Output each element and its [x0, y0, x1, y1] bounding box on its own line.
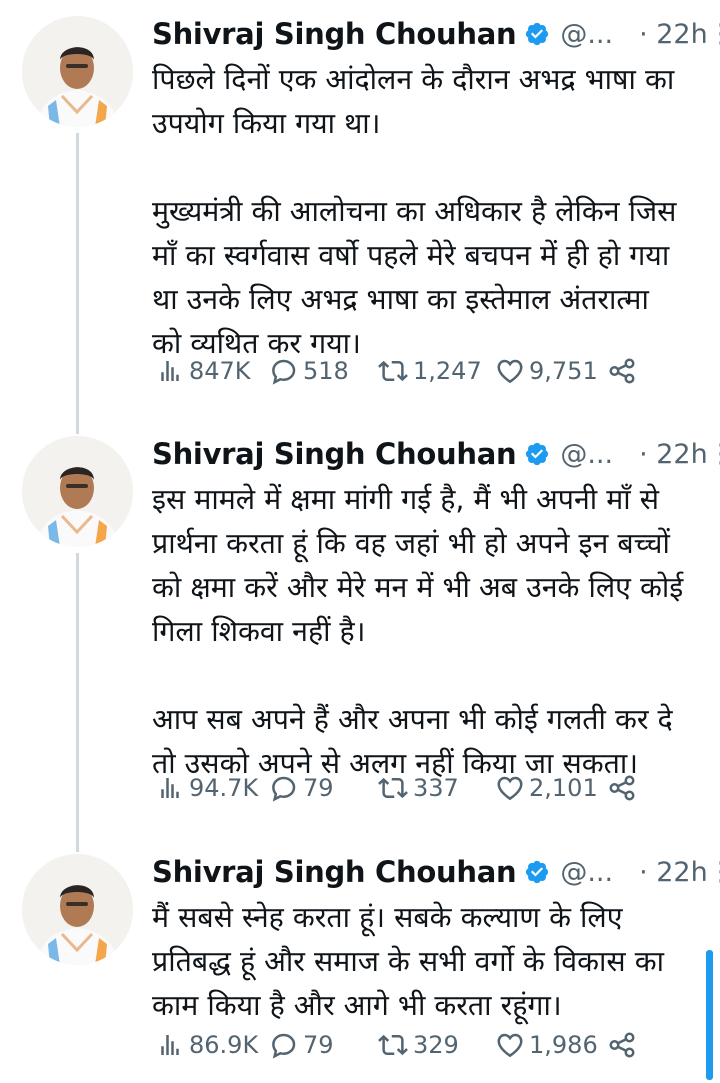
share-icon — [609, 358, 635, 384]
tweet-actions: 86.9K 79 329 1,986 — [155, 1025, 700, 1065]
tweet-actions: 94.7K 79 337 2,101 — [155, 768, 700, 808]
tweet-header: Shivraj Singh Chouhan @... · 22h ⋮ — [152, 432, 720, 476]
reply-button[interactable]: 79 — [269, 773, 377, 803]
author-name[interactable]: Shivraj Singh Chouhan — [152, 17, 517, 51]
tweet[interactable]: Shivraj Singh Chouhan @... · 22h ⋮ इस मा… — [0, 418, 720, 852]
retweet-icon — [378, 777, 408, 799]
share-button[interactable] — [607, 1030, 637, 1060]
more-options-icon[interactable]: ⋮ — [708, 439, 720, 469]
retweet-button[interactable]: 337 — [377, 773, 495, 803]
views-count: 94.7K — [189, 774, 259, 802]
views-icon — [161, 1035, 179, 1055]
thread-line — [76, 553, 79, 852]
retweet-count: 329 — [413, 1031, 459, 1059]
more-options-icon[interactable]: ⋮ — [708, 19, 720, 49]
like-button[interactable]: 2,101 — [495, 773, 607, 803]
author-handle[interactable]: @... — [560, 857, 613, 888]
timestamp[interactable]: · 22h — [639, 857, 708, 888]
reply-count: 79 — [303, 1031, 334, 1059]
like-count: 1,986 — [529, 1031, 598, 1059]
reply-icon — [272, 359, 296, 385]
reply-icon — [272, 1033, 296, 1059]
reply-count: 518 — [303, 357, 349, 385]
views-button[interactable]: 847K — [155, 356, 269, 386]
reply-count: 79 — [303, 774, 334, 802]
tweet-actions: 847K 518 1,247 9,751 — [155, 351, 700, 391]
heart-icon — [497, 1033, 523, 1058]
tweet[interactable]: Shivraj Singh Chouhan @... · 22h ⋮ मैं स… — [0, 836, 720, 1083]
tweet[interactable]: Shivraj Singh Chouhan @... · 22h ⋮ पिछले… — [0, 0, 720, 434]
retweet-icon — [378, 1034, 408, 1056]
author-handle[interactable]: @... — [560, 19, 613, 50]
like-count: 9,751 — [529, 357, 598, 385]
timestamp[interactable]: · 22h — [639, 439, 708, 470]
tweet-text: मैं सबसे स्नेह करता हूं। सबके कल्याण के … — [152, 901, 664, 1022]
avatar[interactable] — [22, 854, 133, 965]
reply-button[interactable]: 79 — [269, 1030, 377, 1060]
avatar[interactable] — [22, 16, 133, 127]
verified-badge-icon — [524, 441, 550, 467]
tweet-text: पिछले दिनों एक आंदोलन के दौरान अभद्र भाष… — [152, 63, 677, 360]
share-icon — [609, 1032, 635, 1058]
views-button[interactable]: 94.7K — [155, 773, 269, 803]
author-name[interactable]: Shivraj Singh Chouhan — [152, 437, 517, 471]
retweet-button[interactable]: 329 — [377, 1030, 495, 1060]
tweet-header: Shivraj Singh Chouhan @... · 22h ⋮ — [152, 12, 720, 56]
share-icon — [609, 775, 635, 801]
more-options-icon[interactable]: ⋮ — [708, 857, 720, 887]
retweet-icon — [378, 360, 408, 382]
share-button[interactable] — [607, 356, 637, 386]
reply-button[interactable]: 518 — [269, 356, 377, 386]
verified-badge-icon — [524, 21, 550, 47]
avatar[interactable] — [22, 436, 133, 547]
views-count: 847K — [189, 357, 251, 385]
tweet-text: इस मामले में क्षमा मांगी गई है, मैं भी अ… — [152, 483, 684, 780]
retweet-count: 1,247 — [413, 357, 482, 385]
share-button[interactable] — [607, 773, 637, 803]
thread-line — [76, 133, 79, 434]
retweet-button[interactable]: 1,247 — [377, 356, 495, 386]
reply-icon — [272, 776, 296, 802]
heart-icon — [497, 776, 523, 801]
scrollbar[interactable] — [706, 950, 713, 1080]
views-icon — [161, 778, 179, 798]
tweet-header: Shivraj Singh Chouhan @... · 22h ⋮ — [152, 850, 720, 894]
author-handle[interactable]: @... — [560, 439, 613, 470]
timestamp[interactable]: · 22h — [639, 19, 708, 50]
author-name[interactable]: Shivraj Singh Chouhan — [152, 855, 517, 889]
views-button[interactable]: 86.9K — [155, 1030, 269, 1060]
views-icon — [161, 361, 179, 381]
like-count: 2,101 — [529, 774, 598, 802]
views-count: 86.9K — [189, 1031, 259, 1059]
like-button[interactable]: 1,986 — [495, 1030, 607, 1060]
verified-badge-icon — [524, 859, 550, 885]
like-button[interactable]: 9,751 — [495, 356, 607, 386]
retweet-count: 337 — [413, 774, 459, 802]
heart-icon — [497, 359, 523, 384]
